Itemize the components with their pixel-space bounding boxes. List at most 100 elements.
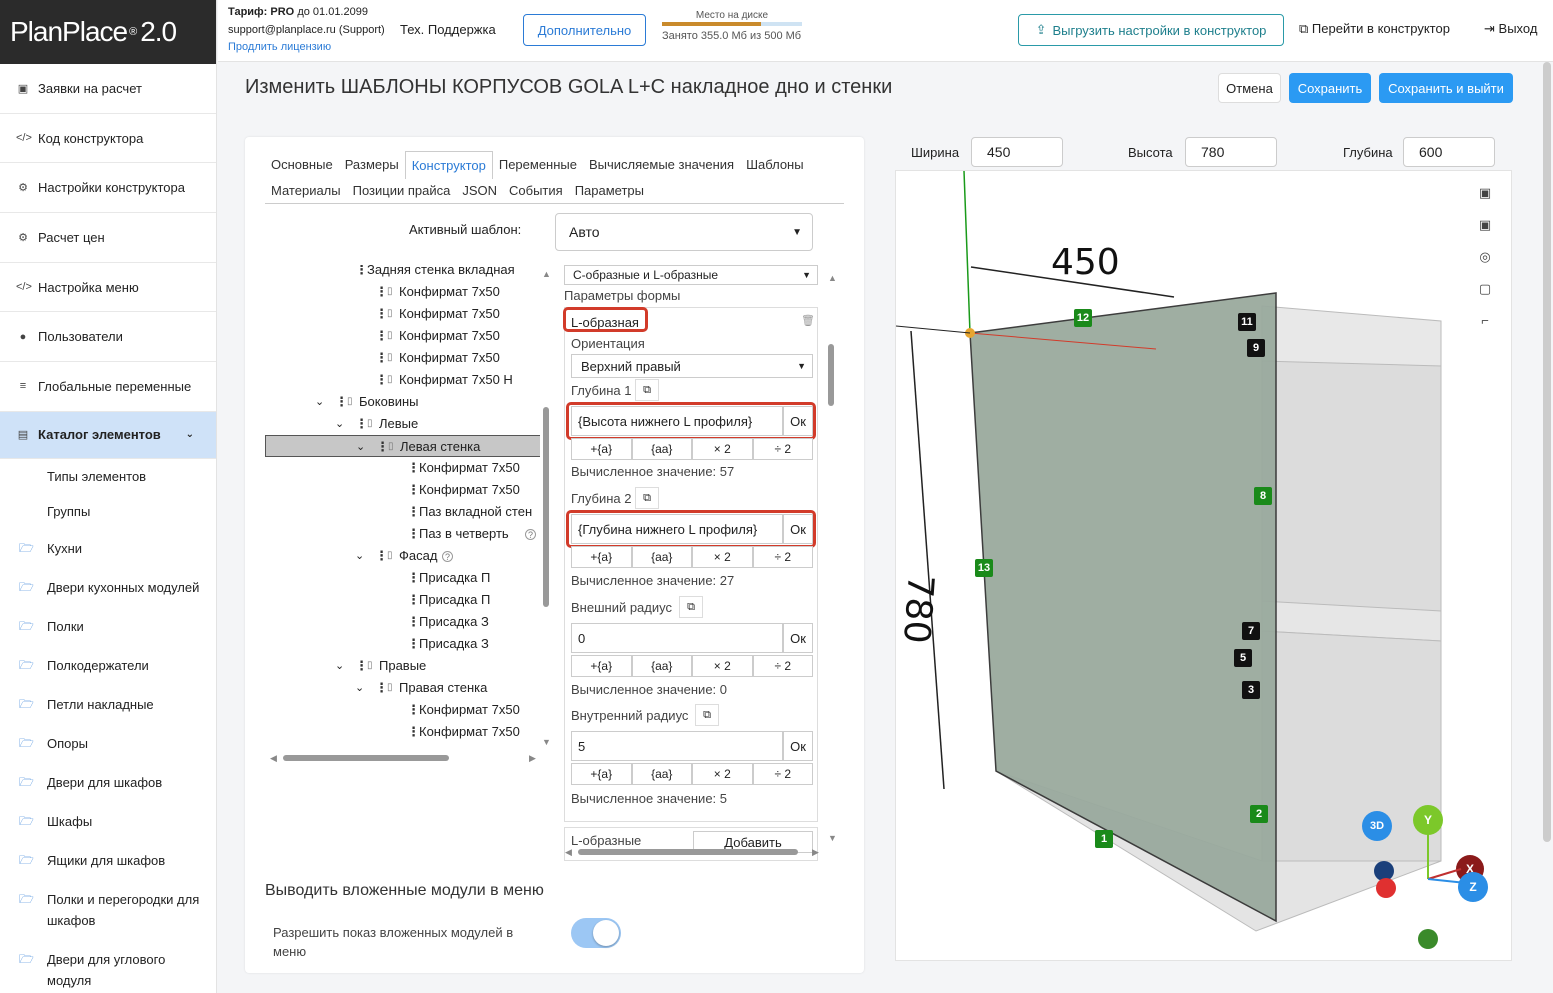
tree-node[interactable]: ⋮ ▯ Конфирмат 7х50 <box>265 325 540 347</box>
chevron-down-icon[interactable]: ⌄ <box>335 413 344 435</box>
3d-mode-button[interactable]: 3D <box>1362 811 1392 841</box>
outer-ok-button[interactable]: Ок <box>783 623 813 653</box>
sidebar-item-6[interactable]: ≡ Глобальные переменные <box>0 362 216 412</box>
extra-button[interactable]: Дополнительно <box>523 14 646 46</box>
inner-radius-input[interactable]: 5 <box>571 731 783 761</box>
marker-1[interactable]: 1 <box>1095 830 1113 848</box>
tree-node[interactable]: ⋮Паз вкладной стен <box>265 743 540 748</box>
sidebar-item-0[interactable]: ▣ Заявки на расчет <box>0 64 216 114</box>
tree-node[interactable]: ⋮ ▯ Конфирмат 7х50 <box>265 347 540 369</box>
camera-icon[interactable]: ◎ <box>1476 241 1494 273</box>
op-mul[interactable]: × 2 <box>692 438 753 460</box>
external-link-icon[interactable]: ⧉ <box>679 596 703 618</box>
scroll-up-icon[interactable]: ▲ <box>828 273 837 283</box>
exit-link[interactable]: ⇥ Выход <box>1484 21 1537 37</box>
goto-constructor-link[interactable]: ⧉ Перейти в конструктор <box>1299 21 1450 37</box>
drag-handle-icon[interactable]: ⋮ <box>375 303 388 325</box>
tab[interactable]: Параметры <box>569 177 650 204</box>
drag-handle-icon[interactable]: ⋮ <box>407 743 420 748</box>
op-append[interactable]: +{a} <box>571 655 632 677</box>
scroll-down-icon[interactable]: ▼ <box>828 833 837 843</box>
tree-node[interactable]: ⌄ ⋮ ▯ Фасад? <box>265 545 540 567</box>
save-button[interactable]: Сохранить <box>1289 73 1371 103</box>
op-div[interactable]: ÷ 2 <box>752 763 813 785</box>
marker-2[interactable]: 2 <box>1250 805 1268 823</box>
tab[interactable]: Переменные <box>493 151 583 179</box>
catalog-category[interactable]: 🗁 Опоры <box>0 724 216 763</box>
tree-node[interactable]: ⋮ Задняя стенка вкладная <box>265 265 540 281</box>
tree-node[interactable]: ⋮ Присадка З <box>265 611 540 633</box>
chevron-down-icon[interactable]: ⌄ <box>356 436 365 458</box>
drag-handle-icon[interactable]: ⋮ <box>407 699 420 721</box>
tab[interactable]: Материалы <box>265 177 347 204</box>
outer-radius-input[interactable]: 0 <box>571 623 783 653</box>
catalog-category[interactable]: 🗁 Двери кухонных модулей <box>0 568 216 607</box>
scroll-up-icon[interactable]: ▲ <box>542 269 551 279</box>
tree-node[interactable]: ⋮ Присадка П <box>265 567 540 589</box>
tree-hscrollbar[interactable] <box>283 755 449 761</box>
op-div[interactable]: ÷ 2 <box>752 438 813 460</box>
page-scrollbar[interactable] <box>1543 62 1551 842</box>
side-view-icon[interactable]: ▣ <box>1476 209 1494 241</box>
catalog-category[interactable]: 🗁 Полки <box>0 607 216 646</box>
op-append[interactable]: +{a} <box>571 763 632 785</box>
tree-node[interactable]: ⋮ Присадка З <box>265 633 540 655</box>
scroll-left-icon[interactable]: ◀ <box>565 847 572 858</box>
catalog-category[interactable]: 🗁 Шкафы <box>0 802 216 841</box>
drag-handle-icon[interactable]: ⋮ <box>407 523 420 545</box>
drag-handle-icon[interactable]: ⋮ <box>375 369 388 391</box>
tree-node[interactable]: ⌄ ⋮ ▯ Правая стенка <box>265 677 540 699</box>
tab[interactable]: JSON <box>456 177 503 204</box>
height-input[interactable]: 780 <box>1185 137 1277 167</box>
tree-node[interactable]: ⋮ Конфирмат 7х50 <box>265 699 540 721</box>
sidebar-item-2[interactable]: ⚙ Настройки конструктора <box>0 163 216 214</box>
cancel-button[interactable]: Отмена <box>1218 73 1281 103</box>
marker-11[interactable]: 11 <box>1238 313 1256 331</box>
tab[interactable]: Основные <box>265 151 339 179</box>
drag-handle-icon[interactable]: ⋮ <box>407 457 420 479</box>
active-template-select[interactable]: Авто ▼ <box>555 213 813 251</box>
drag-handle-icon[interactable]: ⋮ <box>355 265 368 281</box>
drag-handle-icon[interactable]: ⋮ <box>375 347 388 369</box>
tree-node[interactable]: ⋮ ▯ Конфирмат 7х50 <box>265 303 540 325</box>
axis-neg-x-dot[interactable] <box>1376 878 1396 898</box>
op-mul[interactable]: × 2 <box>692 763 753 785</box>
drag-handle-icon[interactable]: ⋮ <box>375 325 388 347</box>
chevron-down-icon[interactable]: ⌄ <box>355 677 364 699</box>
trash-icon[interactable]: 🗑 <box>801 314 815 327</box>
logo[interactable]: PlanPlace ® 2.0 <box>0 0 216 64</box>
marker-7[interactable]: 7 <box>1242 622 1260 640</box>
op-mul[interactable]: × 2 <box>692 655 753 677</box>
chevron-down-icon[interactable]: ⌄ <box>315 391 324 413</box>
help-icon[interactable]: ? <box>525 529 536 540</box>
scroll-right-icon[interactable]: ▶ <box>812 847 819 858</box>
orientation-select[interactable]: Верхний правый ▼ <box>571 354 813 378</box>
op-var[interactable]: {aa} <box>631 655 692 677</box>
catalog-category[interactable]: 🗁 Двери для углового модуля <box>0 940 216 993</box>
tree-node[interactable]: ⌄ ⋮ ▯ Левая стенка <box>265 435 540 457</box>
drag-handle-icon[interactable]: ⋮ <box>376 436 389 458</box>
op-div[interactable]: ÷ 2 <box>752 546 813 568</box>
op-append[interactable]: +{a} <box>571 546 632 568</box>
drag-handle-icon[interactable]: ⋮ <box>407 633 420 655</box>
drag-handle-icon[interactable]: ⋮ <box>355 655 368 677</box>
external-link-icon[interactable]: ⧉ <box>635 487 659 509</box>
inner-ok-button[interactable]: Ок <box>783 731 813 761</box>
form-hscrollbar[interactable] <box>578 849 798 855</box>
tree-node[interactable]: ⌄ ⋮ ▯ Правые <box>265 655 540 677</box>
depth-input[interactable]: 600 <box>1403 137 1495 167</box>
op-var[interactable]: {aa} <box>631 763 692 785</box>
drag-handle-icon[interactable]: ⋮ <box>375 677 388 699</box>
tab[interactable]: Размеры <box>339 151 405 179</box>
tree-node[interactable]: ⋮ Конфирмат 7х50 <box>265 721 540 743</box>
drag-handle-icon[interactable]: ⋮ <box>407 567 420 589</box>
catalog-category[interactable]: 🗁 Полки и перегородки для шкафов <box>0 880 216 940</box>
screenshot-icon[interactable]: ▢ <box>1476 273 1494 305</box>
support-link[interactable]: Тех. Поддержка <box>400 22 496 37</box>
tree-node[interactable]: ⋮ Конфирмат 7х50 <box>265 479 540 501</box>
marker-13[interactable]: 13 <box>975 559 993 577</box>
catalog-category[interactable]: 🗁 Двери для шкафов <box>0 763 216 802</box>
drag-handle-icon[interactable]: ⋮ <box>407 721 420 743</box>
external-link-icon[interactable]: ⧉ <box>635 379 659 401</box>
chevron-down-icon[interactable]: ⌄ <box>335 655 344 677</box>
